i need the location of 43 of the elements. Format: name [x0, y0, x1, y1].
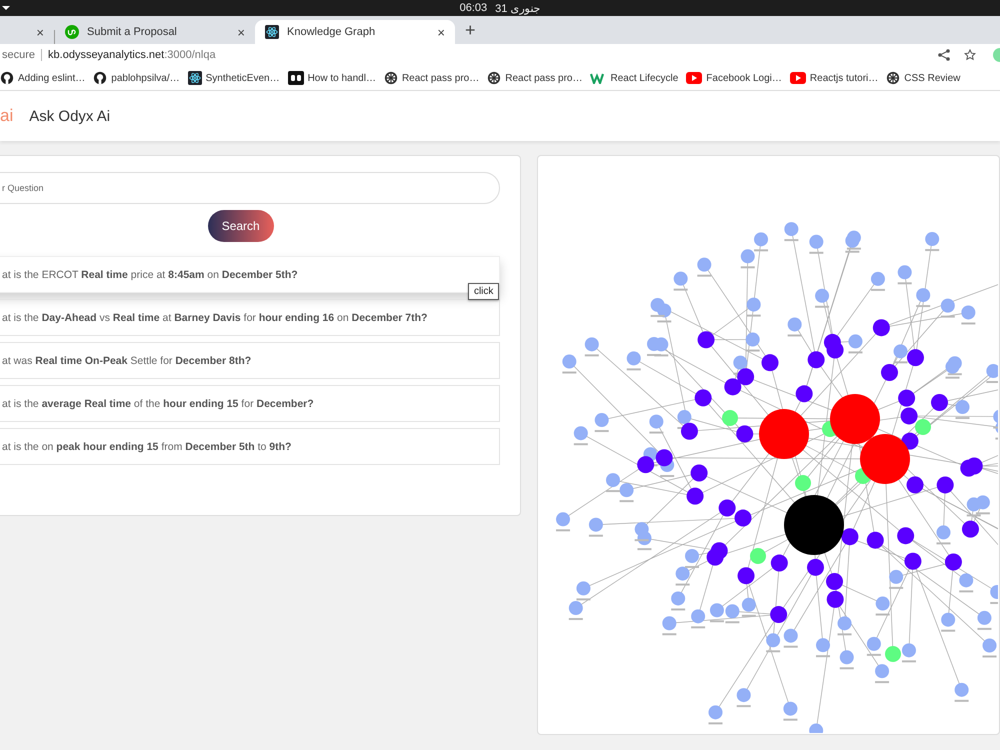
close-icon[interactable]: × — [36, 24, 44, 40]
upwork-icon — [65, 25, 79, 39]
close-icon[interactable]: × — [437, 24, 445, 40]
search-button[interactable]: Search — [208, 210, 274, 242]
question-field[interactable]: r Question — [0, 172, 500, 204]
dev-icon — [288, 71, 304, 85]
bookmark-link[interactable]: Reactjs tutori… — [810, 72, 878, 84]
clock: 06:03 — [460, 2, 488, 14]
wheel-icon — [487, 71, 502, 85]
browser-tab[interactable]: Knowledge Graph × — [255, 20, 455, 44]
question-item[interactable]: at is the on peak hour ending 15 from December 5th to 9th? — [0, 428, 500, 465]
browser-tab[interactable]: × — [0, 20, 54, 44]
date: 31 جنوری — [495, 2, 540, 14]
question-item[interactable]: at is the average Real time of the hour ending 15 for December? — [0, 385, 500, 422]
star-icon[interactable] — [964, 49, 976, 61]
share-icon[interactable] — [938, 49, 950, 61]
bookmark-link[interactable]: React pass pro… — [402, 72, 480, 84]
bookmark-link[interactable]: pablohpsilva/… — [111, 72, 180, 84]
atom-icon — [265, 25, 279, 39]
bookmark-link[interactable]: Facebook Logi… — [706, 72, 782, 84]
new-tab-icon[interactable]: + — [465, 20, 476, 41]
tooltip: click — [468, 283, 500, 300]
question-item[interactable]: at is the Day-Ahead vs Real time at Barney Davis for hour ending 16 on December 7th? — [0, 299, 500, 336]
browser-tab[interactable]: Submit a Proposal × — [55, 20, 255, 44]
bookmark-link[interactable]: SyntheticEven… — [206, 72, 280, 84]
atom-icon — [188, 71, 202, 85]
play-icon — [790, 72, 806, 84]
bookmark-link[interactable]: CSS Review — [904, 72, 960, 84]
github-icon — [93, 71, 108, 85]
logo: ai — [0, 106, 14, 126]
bookmark-link[interactable]: React Lifecycle — [610, 72, 678, 84]
url-text[interactable]: kb.odysseyanalytics.net:3000/nlqa — [48, 49, 216, 61]
question-item[interactable]: at was Real time On-Peak Settle for December 8th? — [0, 342, 500, 379]
bookmark-link[interactable]: React pass pro… — [505, 72, 582, 84]
app-title: Ask Odyx Ai — [29, 108, 110, 124]
close-icon[interactable]: × — [237, 24, 245, 40]
bookmark-link[interactable]: How to handl… — [308, 72, 376, 84]
w-logo-icon — [590, 72, 606, 84]
bookmark-link[interactable]: Adding eslint… — [18, 72, 86, 84]
play-icon — [686, 72, 702, 84]
wheel-icon — [886, 71, 900, 85]
security-label: secure — [2, 49, 36, 61]
wheel-icon — [384, 71, 398, 85]
